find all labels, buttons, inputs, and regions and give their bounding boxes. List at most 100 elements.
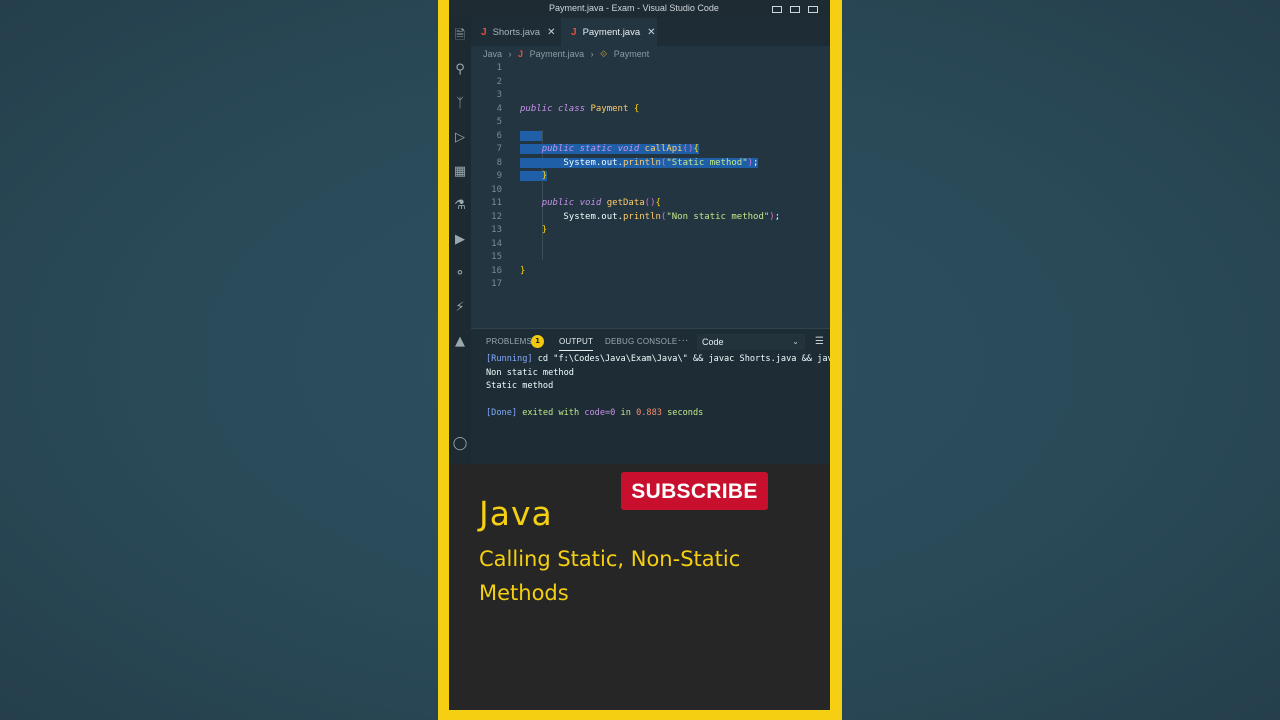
output-channel-select[interactable]: Code ⌄: [697, 334, 805, 350]
output-text: [Running] cd "f:\Codes\Java\Exam\Java\" …: [486, 353, 830, 421]
editor-tab-bar: J Shorts.java ✕ J Payment.java ✕: [471, 18, 830, 46]
line-number: 14: [491, 238, 502, 249]
close-icon[interactable]: ✕: [547, 27, 555, 38]
promo-subtitle: Calling Static, Non-Static Methods: [479, 547, 741, 605]
layout-icon[interactable]: [772, 6, 782, 13]
line-number: 5: [496, 117, 502, 127]
line-number: 3: [496, 90, 502, 100]
chevron-right-icon: ›: [590, 49, 594, 59]
word-wrap-icon[interactable]: ☰: [815, 336, 824, 347]
line-number: 6: [496, 130, 502, 141]
done-text: in: [615, 408, 637, 418]
code-line[interactable]: [520, 76, 830, 90]
line-number: 8: [496, 157, 502, 168]
explorer-icon[interactable]: 🗎: [452, 28, 468, 44]
code-line[interactable]: [520, 89, 830, 103]
tab-label: Shorts.java: [492, 27, 541, 38]
breadcrumb-folder[interactable]: Java: [483, 49, 502, 59]
git-graph-icon[interactable]: ⚬: [452, 266, 468, 282]
line-number: 2: [496, 76, 502, 87]
breadcrumb-file[interactable]: Payment.java: [530, 49, 585, 59]
code-line[interactable]: public class Payment {: [520, 103, 830, 117]
line-number: 11: [491, 198, 502, 208]
code-line[interactable]: }: [520, 170, 830, 184]
java-file-icon: J: [481, 27, 487, 38]
line-number: 10: [491, 184, 502, 195]
tab-output[interactable]: OUTPUT: [559, 337, 594, 351]
azure-icon[interactable]: ▲: [452, 334, 468, 350]
line-number: 1: [496, 63, 502, 73]
code-line[interactable]: [520, 116, 830, 130]
output-running-line: [Running] cd "f:\Codes\Java\Exam\Java\" …: [486, 353, 830, 367]
more-tabs-icon[interactable]: ···: [678, 335, 689, 346]
code-line[interactable]: [520, 278, 830, 292]
done-text: seconds: [661, 408, 704, 418]
chevron-down-icon: ⌄: [792, 337, 799, 346]
code-line[interactable]: [520, 238, 830, 252]
java-file-icon: J: [571, 27, 577, 38]
line-number: 7: [496, 144, 502, 154]
output-blank-line: [486, 394, 830, 408]
output-line: Static method: [486, 381, 554, 391]
minimize-icon[interactable]: [790, 6, 800, 13]
java-file-icon: J: [518, 49, 524, 59]
code-line[interactable]: [520, 130, 830, 144]
accounts-icon[interactable]: ◯: [452, 436, 468, 452]
code-line[interactable]: [520, 184, 830, 198]
tab-label: Payment.java: [582, 27, 641, 38]
window-title: Payment.java - Exam - Visual Studio Code: [549, 3, 719, 13]
code-area[interactable]: public class Payment { public static voi…: [520, 62, 830, 292]
breadcrumb: Java › J Payment.java › ⟐ Payment: [471, 46, 830, 62]
line-number: 12: [491, 211, 502, 222]
output-channel-value: Code: [702, 337, 724, 347]
running-tag: [Running]: [486, 354, 533, 364]
breadcrumb-symbol[interactable]: Payment: [614, 49, 650, 59]
problems-count-badge: 1: [531, 335, 544, 348]
activity-bar: 🗎 ⚲ ᛉ ▷ ▦ ⚗ ▶ ⚬ ⚡ ▲ ◯: [449, 18, 471, 464]
class-symbol-icon: ⟐: [600, 49, 608, 59]
search-icon[interactable]: ⚲: [452, 62, 468, 78]
output-line: Non static method: [486, 367, 574, 378]
tab-payment-java[interactable]: J Payment.java ✕: [561, 18, 657, 46]
extensions-icon[interactable]: ▦: [452, 164, 468, 180]
code-line[interactable]: System.out.println("Static method");: [520, 157, 830, 171]
code-line[interactable]: System.out.println("Non static method");: [520, 211, 830, 225]
code-editor[interactable]: 1 2 3 4 5 6 7 8 9 10 11 12 13 14 15 16 17 public class P…: [471, 62, 830, 328]
line-number-gutter: 1 2 3 4 5 6 7 8 9 10 11 12 13 14 15 16 17: [471, 62, 511, 292]
done-tag: [Done]: [486, 408, 518, 418]
run-debug-icon[interactable]: ▷: [452, 130, 468, 146]
running-command: cd "f:\Codes\Java\Exam\Java\" && javac S…: [537, 354, 830, 364]
code-line[interactable]: [520, 62, 830, 76]
line-number: 16: [491, 265, 502, 276]
subscribe-button[interactable]: SUBSCRIBE: [621, 472, 768, 510]
line-number: 9: [496, 171, 502, 181]
title-bar: Payment.java - Exam - Visual Studio Code: [449, 0, 830, 18]
tab-shorts-java[interactable]: J Shorts.java ✕: [481, 18, 561, 46]
line-number: 17: [491, 279, 502, 289]
code-line[interactable]: }: [520, 224, 830, 238]
code-line[interactable]: public static void callApi(){: [520, 143, 830, 157]
restore-icon[interactable]: [808, 6, 818, 13]
code-line[interactable]: public void getData(){: [520, 197, 830, 211]
vscode-screen: Payment.java - Exam - Visual Studio Code…: [449, 0, 830, 710]
close-icon[interactable]: ✕: [647, 27, 655, 38]
elapsed-seconds: 0.883: [636, 408, 662, 418]
tab-debug-console[interactable]: DEBUG CONSOLE: [605, 337, 677, 346]
code-line[interactable]: [520, 251, 830, 265]
source-control-icon[interactable]: ᛉ: [452, 96, 468, 112]
code-line[interactable]: }: [520, 265, 830, 279]
promo-overlay: SUBSCRIBE Java Calling Static, Non-Stati…: [449, 464, 830, 710]
exit-code: code=0: [584, 408, 616, 418]
line-number: 15: [491, 252, 502, 262]
done-text: exited with: [517, 408, 585, 418]
output-done-line: [Done] exited with code=0 in 0.883 secon…: [486, 407, 830, 421]
lightning-icon[interactable]: ⚡: [452, 300, 468, 316]
tab-problems[interactable]: PROBLEMS: [486, 337, 532, 346]
line-number: 4: [496, 103, 502, 114]
terminal-icon[interactable]: ▶: [452, 232, 468, 248]
bottom-panel: PROBLEMS 1 OUTPUT DEBUG CONSOLE ··· Code…: [471, 328, 830, 465]
line-number: 13: [491, 225, 502, 235]
testing-flask-icon[interactable]: ⚗: [452, 198, 468, 214]
promo-title: Java: [479, 494, 553, 533]
chevron-right-icon: ›: [508, 49, 512, 59]
